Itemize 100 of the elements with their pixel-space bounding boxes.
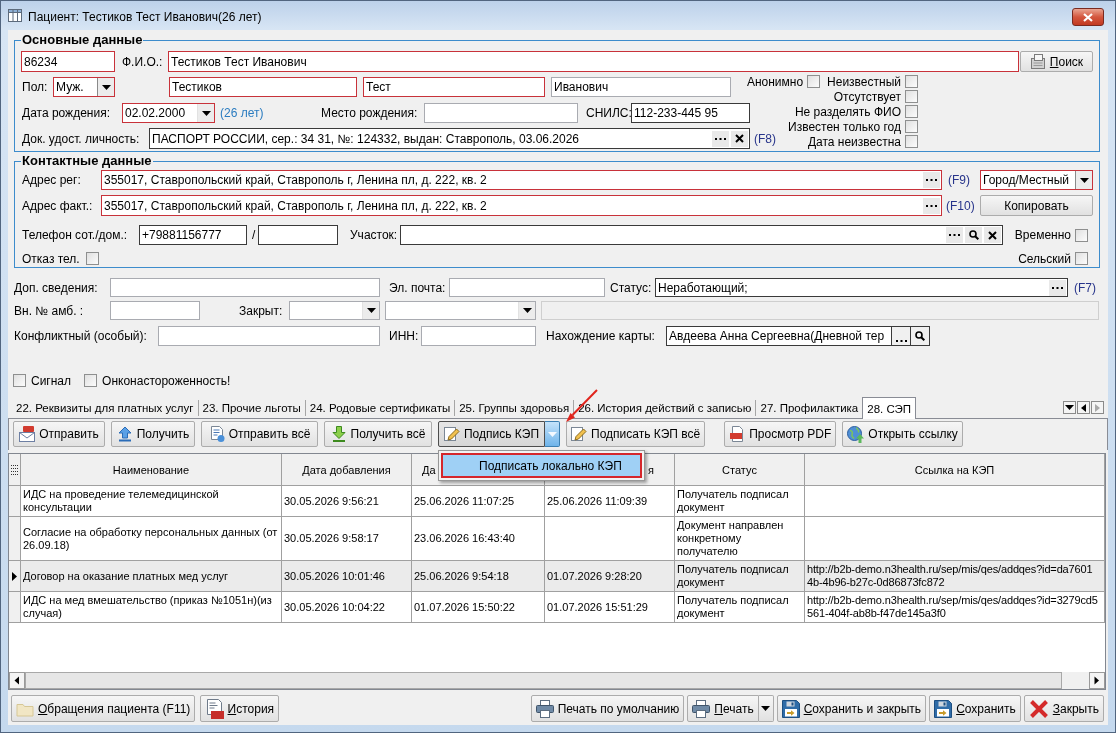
toolbar-button[interactable]: Получить	[111, 421, 195, 447]
toolbar-button[interactable]: Отправить всё	[201, 421, 318, 447]
text-field[interactable]: 86234	[21, 51, 115, 72]
action-button[interactable]: Обращения пациента (F11)	[11, 695, 196, 722]
search-button[interactable]: Поиск	[1020, 51, 1093, 72]
caret-down-icon	[101, 84, 111, 90]
dropdown-field[interactable]: Муж.	[53, 77, 115, 97]
tab[interactable]: 23. Прочие льготы	[197, 400, 305, 416]
dropdown-button[interactable]	[1075, 171, 1092, 189]
dropdown-field[interactable]	[289, 301, 380, 320]
action-button[interactable]: Сохранить	[929, 695, 1021, 722]
checkbox[interactable]	[13, 374, 26, 387]
ellipsis-icon	[715, 137, 726, 140]
text-field[interactable]: 355017, Ставропольский край, Ставрополь г, Ленина пл, д. 222, кв. 2	[101, 195, 942, 216]
toolbar-button[interactable]: Открыть ссылку	[842, 421, 963, 447]
date-field[interactable]: 02.02.2000	[122, 103, 215, 123]
dropdown-field[interactable]	[385, 301, 536, 320]
dropdown-button[interactable]	[97, 78, 114, 96]
tab[interactable]: 22. Реквизиты для платных услуг	[12, 400, 198, 416]
text-field[interactable]: 112-233-445 95	[631, 103, 750, 123]
checkbox[interactable]	[1075, 252, 1088, 265]
clear-button[interactable]	[984, 227, 1001, 243]
hotkey-hint: (F7)	[1074, 280, 1096, 295]
caret-down-icon	[366, 308, 376, 313]
text-field[interactable]	[110, 301, 200, 320]
checkbox[interactable]	[85, 252, 99, 265]
caret-down-icon	[201, 110, 211, 116]
browse-button[interactable]	[923, 172, 940, 188]
toolbar-button[interactable]: Просмотр PDF	[724, 421, 837, 447]
text-field[interactable]: Авдеева Анна Сергеевна(Дневной тер	[666, 326, 892, 346]
action-button[interactable]: Закрыть	[1023, 695, 1104, 722]
text-field[interactable]: Иванович	[551, 77, 731, 97]
text-field[interactable]: Неработающий;	[655, 278, 1068, 297]
search-button[interactable]	[911, 326, 930, 346]
tab[interactable]: 24. Родовые сертификаты	[304, 400, 455, 416]
checkbox[interactable]	[84, 374, 98, 387]
browse-button[interactable]	[923, 197, 940, 214]
text-field[interactable]: Тест	[363, 77, 545, 97]
table-row[interactable]: ИДС на проведение телемедицинской консультации 30.05.2026 9:56:21 25.06.2026 11:07:25 25.06.2026 11:09:39 Получатель подписал документ	[9, 486, 1105, 517]
text-field[interactable]	[400, 225, 1003, 245]
field-label: Вн. № амб. :	[13, 303, 85, 318]
ellipsis-icon	[926, 204, 937, 207]
text-field[interactable]	[449, 278, 605, 297]
text-field[interactable]	[158, 326, 380, 346]
browse-button[interactable]	[946, 227, 963, 243]
text-field[interactable]: +79881156777	[139, 225, 247, 245]
column-header[interactable]: я	[648, 463, 654, 476]
table-row[interactable]	[9, 592, 1105, 623]
text-field[interactable]: ПАСПОРТ РОССИИ, сер.: 34 31, №: 124332, выдан: Ставрополь, 03.06.2026	[149, 128, 750, 149]
scroll-left-button[interactable]	[1077, 401, 1090, 414]
document-icon	[205, 698, 224, 719]
toolbar-button[interactable]: Отправить	[13, 421, 105, 447]
globe-icon	[847, 425, 865, 443]
checkbox[interactable]	[905, 75, 918, 88]
action-button[interactable]: Печать по умолчанию	[530, 695, 685, 722]
checkbox-label: Дата неизвестна	[806, 134, 901, 149]
search-icon	[915, 331, 925, 341]
field-label: Эл. почта:	[388, 280, 447, 295]
search-button[interactable]	[965, 227, 982, 243]
caret-down-icon	[522, 308, 532, 313]
envelope-icon	[19, 426, 36, 442]
browse-button[interactable]	[712, 130, 729, 147]
checkbox[interactable]	[905, 105, 918, 118]
checkbox-label: Известен только год	[787, 119, 901, 134]
text-field[interactable]	[421, 326, 536, 346]
close-button[interactable]	[1072, 8, 1104, 26]
checkbox[interactable]	[905, 90, 918, 103]
table-row[interactable]	[9, 561, 1105, 592]
checkbox[interactable]	[1075, 228, 1088, 242]
window-title: Пациент: Тестиков Тест Иванович(26 лет)	[28, 10, 262, 24]
tab-list-button[interactable]	[1063, 401, 1076, 414]
text-field[interactable]: Тестиков Тест Иванович	[168, 51, 1019, 72]
toolbar-button[interactable]: Получить всё	[324, 421, 432, 447]
clear-button[interactable]	[731, 130, 748, 147]
dropdown-field[interactable]: Город/Местный	[980, 170, 1093, 190]
checkbox[interactable]	[905, 120, 918, 133]
action-button[interactable]: История	[200, 695, 280, 722]
search-icon	[968, 230, 979, 240]
column-header[interactable]: Да	[422, 463, 436, 476]
document-icon	[208, 426, 225, 442]
text-field[interactable]	[424, 103, 578, 123]
file-icon	[729, 426, 746, 442]
action-button[interactable]: Печать	[687, 695, 759, 722]
action-button[interactable]: Сохранить и закрыть	[776, 695, 927, 722]
clear-icon	[988, 230, 997, 240]
toolbar-button[interactable]: Подпись КЭП	[438, 421, 545, 447]
text-field[interactable]: 355017, Ставропольский край, Ставрополь г, Ленина пл, д. 222, кв. 2	[101, 170, 942, 190]
text-field[interactable]: Тестиков	[169, 77, 357, 97]
toolbar-button[interactable]: Подписать КЭП всё	[566, 421, 706, 447]
checkbox[interactable]	[905, 135, 918, 148]
hotkey-hint: (F10)	[946, 198, 976, 213]
browse-button[interactable]	[1049, 279, 1066, 296]
arrow-down-icon	[330, 426, 347, 442]
tab[interactable]: 28. СЭП	[862, 397, 917, 419]
text-field[interactable]	[110, 278, 380, 297]
browse-button[interactable]	[892, 326, 911, 346]
checkbox[interactable]	[807, 75, 821, 88]
copy-button[interactable]: Копировать	[980, 195, 1093, 216]
menu-item[interactable]: Подписать локально КЭП	[441, 453, 642, 478]
text-field[interactable]	[258, 225, 338, 245]
